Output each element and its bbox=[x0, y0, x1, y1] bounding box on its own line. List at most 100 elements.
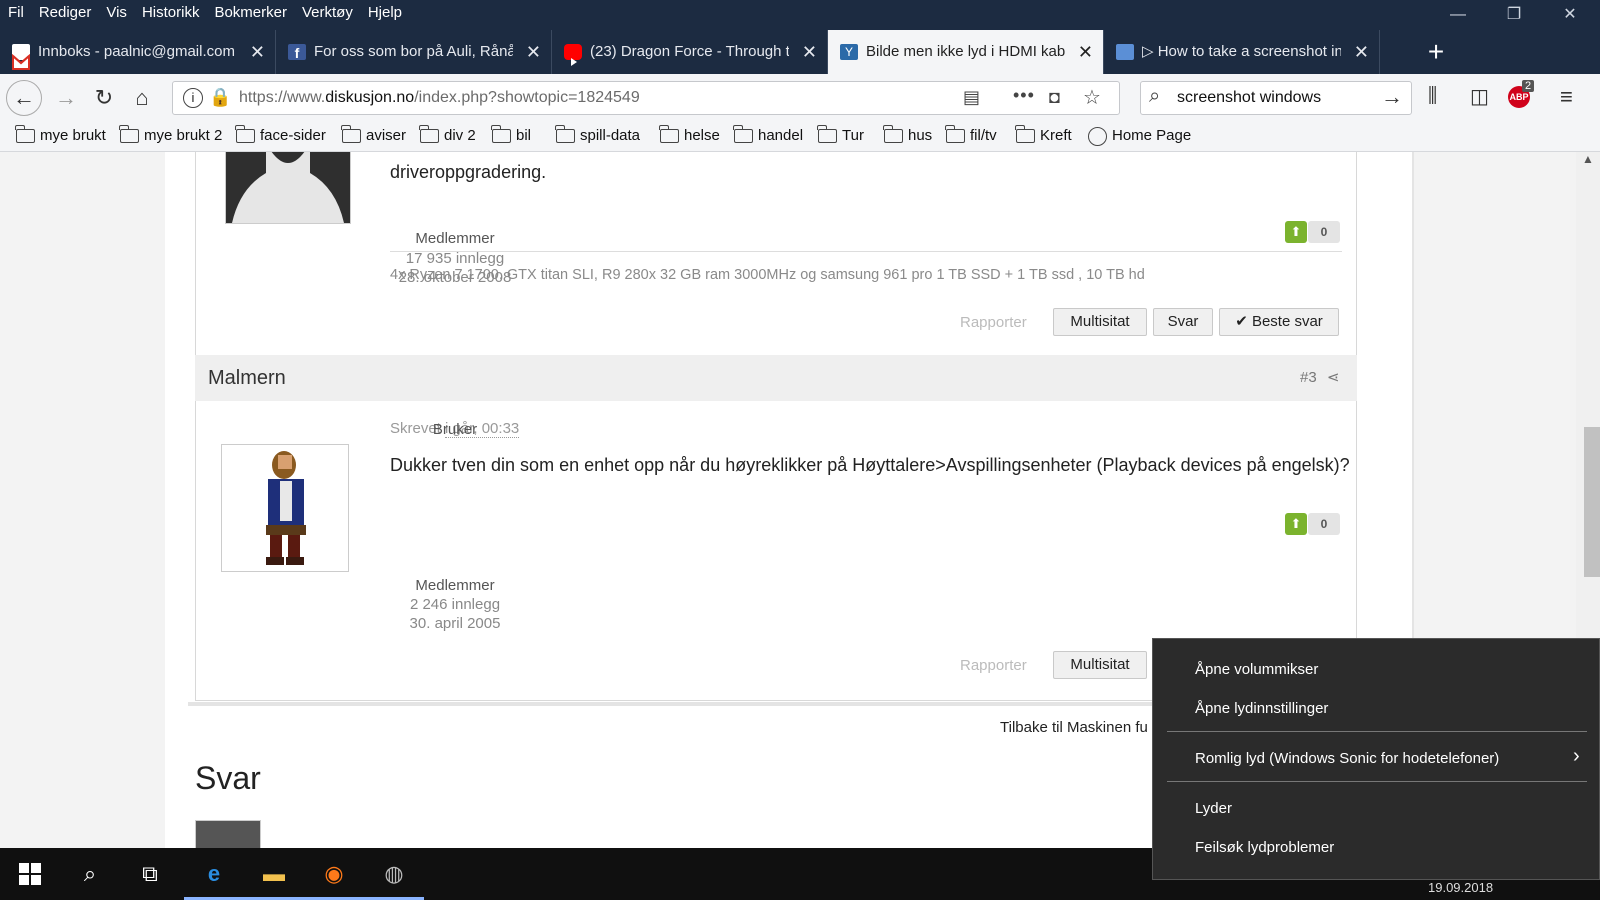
close-tab-icon[interactable]: ✕ bbox=[1078, 30, 1093, 74]
signature-divider bbox=[390, 251, 1342, 252]
menu-separator bbox=[1167, 781, 1587, 782]
post-author-name[interactable]: Malmern bbox=[208, 367, 286, 390]
info-icon[interactable]: i bbox=[183, 88, 203, 108]
reply-button[interactable]: Svar bbox=[1153, 308, 1213, 336]
avatar[interactable] bbox=[221, 444, 349, 572]
bookmark-folder[interactable]: hus bbox=[883, 125, 932, 144]
folder-icon bbox=[883, 125, 903, 143]
back-to-forum-link[interactable]: Tilbake til Maskinen fu bbox=[1000, 719, 1148, 736]
sound-context-menu: Åpne volummikser Åpne lydinnstillinger R… bbox=[1152, 638, 1600, 880]
bookmark-folder[interactable]: mye brukt 2 bbox=[119, 125, 223, 144]
share-icon[interactable]: ⋖ bbox=[1327, 368, 1340, 386]
search-icon[interactable]: ⌕ bbox=[60, 848, 120, 900]
close-tab-icon[interactable]: ✕ bbox=[250, 30, 265, 74]
gmail-icon bbox=[12, 44, 30, 70]
tab-facebook[interactable]: f For oss som bor på Auli, Rånåsf ✕ bbox=[276, 30, 552, 74]
report-link[interactable]: Rapporter bbox=[960, 657, 1027, 674]
close-window-button[interactable]: ✕ bbox=[1542, 0, 1598, 30]
bookmark-label: Home Page bbox=[1112, 127, 1192, 144]
minimize-button[interactable]: — bbox=[1430, 0, 1486, 30]
tab-title: Innboks - paalnic@gmail.com bbox=[38, 43, 235, 60]
report-link[interactable]: Rapporter bbox=[960, 314, 1027, 331]
file-explorer-icon[interactable]: ▬ bbox=[244, 848, 304, 900]
best-answer-label: Beste svar bbox=[1251, 313, 1323, 330]
bookmark-folder[interactable]: helse bbox=[659, 125, 720, 144]
upvote-button[interactable]: ⬆ bbox=[1285, 221, 1307, 243]
search-icon: ⌕ bbox=[1149, 85, 1161, 107]
menu-item-sound-settings[interactable]: Åpne lydinnstillinger bbox=[1195, 700, 1328, 717]
bookmark-label: mye brukt 2 bbox=[144, 127, 223, 144]
bookmark-home-page[interactable]: Home Page bbox=[1088, 127, 1192, 146]
bookmark-star-icon[interactable]: ☆ bbox=[1083, 85, 1101, 110]
pocket-icon[interactable]: ◘ bbox=[1049, 87, 1060, 108]
tab-gmail[interactable]: Innboks - paalnic@gmail.com ✕ bbox=[0, 30, 276, 74]
sidebar-icon[interactable]: ◫ bbox=[1470, 84, 1489, 109]
tab-youtube[interactable]: (23) Dragon Force - Through th ✕ bbox=[552, 30, 828, 74]
diskusjon-icon: Y bbox=[840, 44, 858, 60]
bookmark-folder[interactable]: fil/tv bbox=[945, 125, 997, 144]
post-count: 17 935 innlegg bbox=[405, 250, 505, 267]
forward-button[interactable]: → bbox=[50, 82, 82, 114]
restore-button[interactable]: ❐ bbox=[1486, 0, 1542, 30]
bookmark-folder[interactable]: mye brukt bbox=[15, 125, 106, 144]
search-go-icon[interactable]: → bbox=[1381, 84, 1403, 110]
menu-view[interactable]: Vis bbox=[106, 4, 127, 21]
avatar[interactable] bbox=[225, 152, 351, 224]
search-bar[interactable]: ⌕ screenshot windows → bbox=[1140, 81, 1412, 115]
bookmark-folder[interactable]: face-sider bbox=[235, 125, 326, 144]
reader-view-icon[interactable]: ▤ bbox=[963, 87, 980, 108]
firefox-icon[interactable]: ◉ bbox=[304, 848, 364, 900]
post-number-link[interactable]: #3 bbox=[1300, 369, 1317, 386]
checkmark-icon: ✔ bbox=[1235, 313, 1252, 330]
windows-start-icon[interactable] bbox=[0, 848, 60, 900]
menu-help[interactable]: Hjelp bbox=[368, 4, 402, 21]
menu-item-sounds[interactable]: Lyder bbox=[1195, 800, 1232, 817]
task-view-icon[interactable]: ⧉ bbox=[120, 848, 180, 900]
menu-item-troubleshoot[interactable]: Feilsøk lydproblemer bbox=[1195, 839, 1334, 856]
taskbar-date[interactable]: 19.09.2018 bbox=[1428, 880, 1493, 895]
multiquote-button[interactable]: Multisitat bbox=[1053, 651, 1147, 679]
menu-edit[interactable]: Rediger bbox=[39, 4, 92, 21]
bookmark-folder[interactable]: aviser bbox=[341, 125, 406, 144]
home-button[interactable]: ⌂ bbox=[126, 82, 158, 114]
bookmark-folder[interactable]: Kreft bbox=[1015, 125, 1072, 144]
edge-icon[interactable]: e bbox=[184, 848, 244, 900]
close-tab-icon[interactable]: ✕ bbox=[802, 30, 817, 74]
close-tab-icon[interactable]: ✕ bbox=[526, 30, 541, 74]
menu-item-spatial-sound[interactable]: Romlig lyd (Windows Sonic for hodetelefo… bbox=[1195, 750, 1499, 767]
scrollbar-thumb[interactable] bbox=[1584, 427, 1600, 577]
bookmark-folder[interactable]: bil bbox=[491, 125, 532, 144]
bookmark-folder[interactable]: div 2 bbox=[419, 125, 476, 144]
multiquote-button[interactable]: Multisitat bbox=[1053, 308, 1147, 336]
back-button[interactable]: ← bbox=[6, 80, 42, 116]
bookmark-label: bil bbox=[516, 127, 532, 144]
tab-screenshot[interactable]: ▷ How to take a screenshot in ✕ bbox=[1104, 30, 1380, 74]
bookmark-folder[interactable]: handel bbox=[733, 125, 803, 144]
upvote-button[interactable]: ⬆ bbox=[1285, 513, 1307, 535]
close-tab-icon[interactable]: ✕ bbox=[1354, 30, 1369, 74]
menu-history[interactable]: Historikk bbox=[142, 4, 200, 21]
bookmark-folder[interactable]: Tur bbox=[817, 125, 864, 144]
post-count: 2 246 innlegg bbox=[409, 596, 501, 613]
url-path: /index.php?showtopic=1824549 bbox=[414, 89, 640, 106]
menu-file[interactable]: Fil bbox=[8, 4, 24, 21]
post-header: Malmern #3 ⋖ bbox=[195, 355, 1357, 401]
reload-button[interactable]: ↻ bbox=[88, 82, 120, 114]
new-tab-button[interactable]: + bbox=[1418, 30, 1454, 74]
scroll-up-icon[interactable]: ▲ bbox=[1582, 152, 1594, 166]
tab-diskusjon[interactable]: Y Bilde men ikke lyd i HDMI kabe ✕ bbox=[828, 30, 1104, 74]
page-actions-icon[interactable]: ••• bbox=[1013, 85, 1035, 106]
menu-tools[interactable]: Verktøy bbox=[302, 4, 353, 21]
bookmark-folder[interactable]: spill-data bbox=[555, 125, 640, 144]
menu-item-volume-mixer[interactable]: Åpne volummikser bbox=[1195, 661, 1318, 678]
bookmark-label: helse bbox=[684, 127, 720, 144]
library-icon[interactable]: ⫼ bbox=[1428, 85, 1437, 108]
menu-bookmarks[interactable]: Bokmerker bbox=[214, 4, 287, 21]
hamburger-menu-icon[interactable]: ≡ bbox=[1560, 84, 1573, 110]
url-bar[interactable]: i 🔒 https://www.diskusjon.no/index.php?s… bbox=[172, 81, 1120, 115]
media-player-icon[interactable]: ◍ bbox=[364, 848, 424, 900]
post-body: Dukker tven din som en enhet opp når du … bbox=[390, 455, 1350, 475]
search-input[interactable]: screenshot windows bbox=[1177, 89, 1321, 107]
best-answer-button[interactable]: ✔ Beste svar bbox=[1219, 308, 1339, 336]
url-text[interactable]: https://www.diskusjon.no/index.php?showt… bbox=[239, 89, 640, 107]
